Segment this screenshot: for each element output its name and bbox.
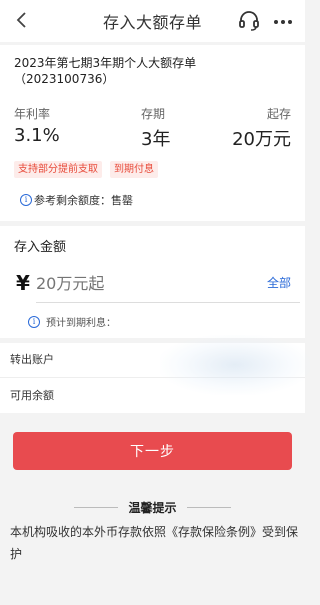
tips-body: 本机构吸收的本外币存款依照《存款保险条例》受到保护 — [10, 525, 299, 561]
amount-underline — [36, 302, 300, 303]
rate-value: 3.1% — [14, 125, 60, 146]
remaining-quota: i 参考剩余额度： 售罄 — [20, 192, 133, 208]
account-section: 转出账户 可用余额 — [0, 343, 305, 413]
from-account-label: 转出账户 — [10, 353, 54, 366]
min-amount-label: 起存 — [266, 107, 291, 121]
expected-interest-label: 预计到期利息： — [46, 318, 116, 329]
info-icon[interactable]: i — [28, 315, 40, 328]
available-balance-row: 可用余额 — [0, 379, 305, 413]
term-value: 3年 — [141, 129, 171, 150]
remaining-quota-value: 售罄 — [111, 194, 133, 207]
headset-icon — [239, 11, 259, 31]
back-button[interactable] — [10, 8, 34, 32]
chevron-left-icon — [16, 12, 26, 28]
available-balance-label: 可用余额 — [10, 389, 54, 402]
top-bar: 存入大额存单 — [0, 0, 305, 42]
product-name: 2023年第七期3年期个人大额存单 — [14, 56, 197, 70]
from-account-row[interactable]: 转出账户 — [0, 343, 305, 378]
divider-left — [74, 507, 119, 508]
info-icon[interactable]: i — [20, 194, 32, 206]
tips-title: 温馨提示 — [128, 501, 177, 515]
customer-service-button[interactable] — [237, 9, 261, 33]
min-amount-value: 20万元 — [232, 129, 291, 150]
product-code: （2023100736） — [14, 72, 115, 86]
currency-symbol: ¥ — [16, 271, 30, 295]
tag-partial-withdrawal: 支持部分提前支取 — [14, 161, 102, 178]
more-dots-icon — [274, 20, 292, 24]
product-card: 2023年第七期3年期个人大额存单 （2023100736） 年利率 存期 起存… — [0, 45, 305, 221]
deposit-amount-label: 存入金额 — [14, 240, 67, 255]
amount-input[interactable] — [36, 274, 256, 293]
next-step-button[interactable]: 下一步 — [13, 432, 292, 470]
all-amount-link[interactable]: 全部 — [267, 274, 291, 291]
more-button[interactable] — [271, 10, 295, 34]
divider-right — [186, 507, 231, 508]
tag-interest-at-maturity: 到期付息 — [110, 161, 158, 178]
deposit-section: 存入金额 ¥ 全部 i 预计到期利息： — [0, 226, 305, 338]
remaining-quota-label: 参考剩余额度： — [34, 194, 111, 207]
expected-interest: i 预计到期利息： — [28, 314, 116, 329]
page-title: 存入大额存单 — [102, 13, 202, 32]
tips-header: 温馨提示 — [0, 499, 305, 516]
rate-label: 年利率 — [14, 107, 51, 121]
term-label: 存期 — [141, 107, 166, 121]
